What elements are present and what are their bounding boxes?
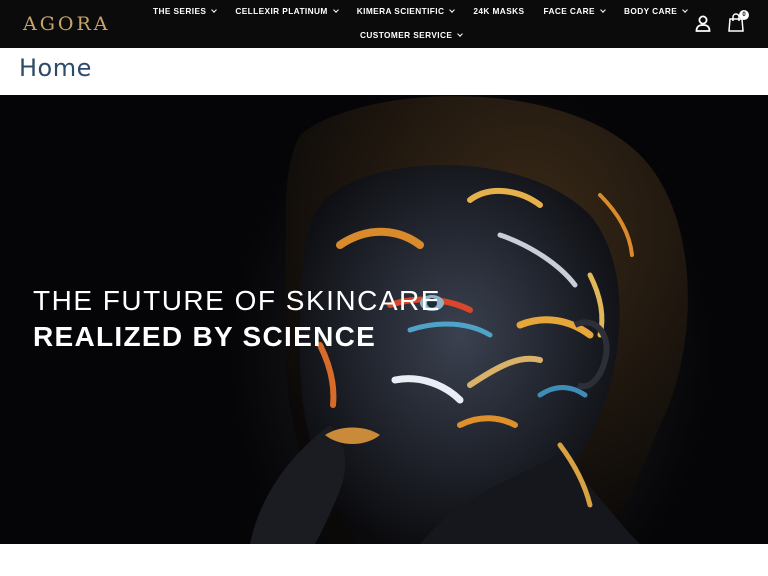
chevron-down-icon	[332, 7, 339, 13]
nav-item-customer-service[interactable]: CUSTOMER SERVICE	[360, 30, 464, 40]
nav-item-body-care[interactable]: BODY CARE	[624, 6, 689, 16]
nav-item-kimera-scientific[interactable]: KIMERA SCIENTIFIC	[356, 6, 456, 16]
nav-item-the-series[interactable]: THE SERIES	[153, 6, 218, 16]
main-nav-row-2: CUSTOMER SERVICE	[360, 29, 464, 41]
page-title-bar	[0, 48, 768, 95]
hero-banner: THE FUTURE OF SKINCARE REALIZED BY SCIEN…	[0, 95, 768, 544]
nav-item-label: THE SERIES	[153, 6, 207, 16]
nav-item-cellexir-platinum[interactable]: CELLEXIR PLATINUM	[235, 6, 339, 16]
nav-item-label: CELLEXIR PLATINUM	[235, 6, 328, 16]
chevron-down-icon	[449, 7, 456, 13]
main-nav: THE SERIES CELLEXIR PLATINUM KIMERA SCIE…	[153, 5, 706, 17]
nav-item-label: CUSTOMER SERVICE	[360, 30, 453, 40]
hero-headline: THE FUTURE OF SKINCARE	[33, 285, 441, 316]
nav-item-face-care[interactable]: FACE CARE	[543, 6, 606, 16]
nav-item-label: BODY CARE	[624, 6, 678, 16]
chevron-down-icon	[211, 7, 218, 13]
chevron-down-icon	[682, 7, 689, 13]
nav-item-label: 24K MASKS	[473, 6, 525, 16]
user-icon[interactable]	[695, 15, 711, 32]
site-header: AGORA THE SERIES CELLEXIR PLATINUM KIMER…	[0, 0, 768, 48]
nav-item-24k-masks[interactable]: 24K MASKS	[473, 6, 524, 16]
hero-image	[250, 96, 688, 544]
nav-item-label: FACE CARE	[543, 6, 595, 16]
nav-item-label: KIMERA SCIENTIFIC	[356, 6, 445, 16]
brand-logo[interactable]: AGORA	[23, 13, 111, 35]
cart-count-badge: 0	[739, 10, 749, 20]
hero-subheadline: REALIZED BY SCIENCE	[33, 321, 377, 352]
chevron-down-icon	[600, 7, 606, 13]
page-title: Home	[19, 54, 92, 82]
chevron-down-icon	[457, 31, 464, 37]
